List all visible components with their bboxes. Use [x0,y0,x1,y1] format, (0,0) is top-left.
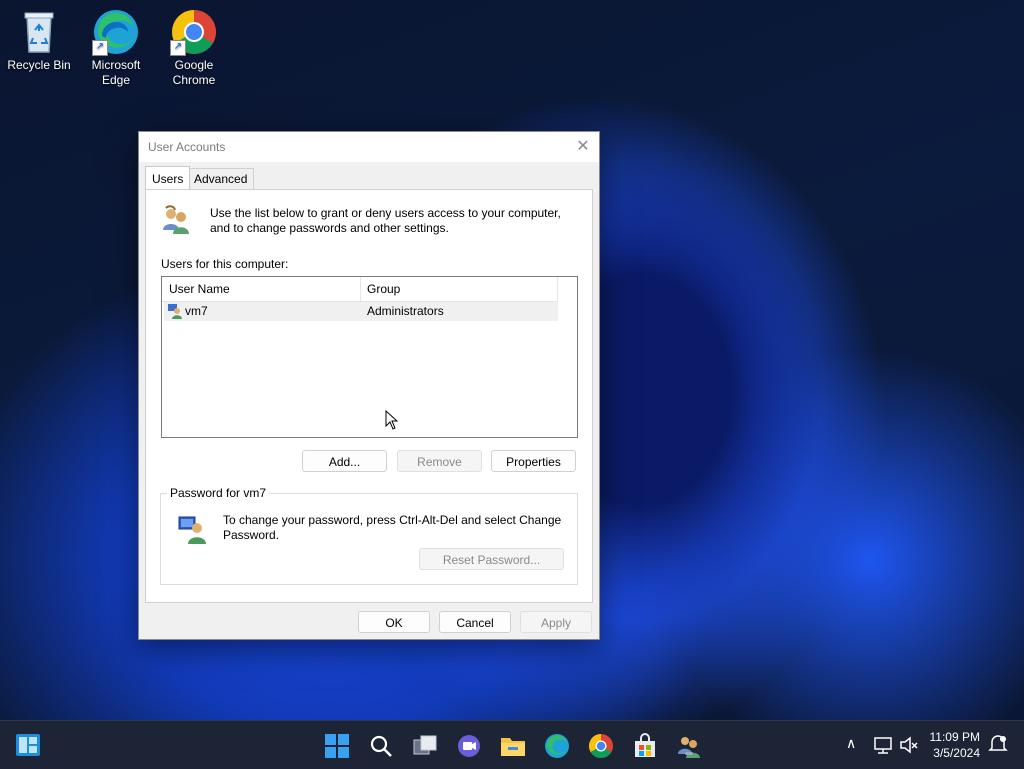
start-icon[interactable] [324,733,350,759]
chrome-taskbar-icon[interactable] [588,733,614,759]
users-list[interactable]: User Name Group vm7 Administrators [161,276,578,438]
row-user-name: vm7 [185,304,208,318]
shortcut-arrow-icon: ↗ [92,40,108,56]
password-group-label: Password for vm7 [167,486,270,500]
chevron-up-icon[interactable]: ∧ [846,735,856,752]
desktop-icon-label: Recycle Bin [7,58,71,72]
notifications-icon[interactable] [988,734,1008,754]
users-icon [160,204,192,236]
password-group: Password for vm7 To change your password… [160,486,578,585]
cancel-button[interactable]: Cancel [439,611,511,633]
user-accounts-taskbar-icon[interactable] [676,733,702,759]
properties-button[interactable]: Properties [491,450,576,472]
add-button[interactable]: Add... [302,450,387,472]
clock-time[interactable]: 11:09 PM [924,730,980,744]
desktop-icon-label: Google Chrome [172,58,216,87]
users-list-label: Users for this computer: [161,257,289,271]
edge-icon: ↗ [92,8,140,56]
chat-icon[interactable] [456,733,482,759]
column-header-group[interactable]: Group [367,282,400,296]
widgets-icon[interactable] [15,732,41,758]
dialog-titlebar[interactable]: User Accounts ✕ [139,132,599,162]
ok-button[interactable]: OK [358,611,430,633]
network-icon[interactable] [872,734,894,756]
active-app-indicator [685,752,693,755]
task-view-icon[interactable] [412,733,438,759]
search-icon[interactable] [368,733,394,759]
close-icon[interactable]: ✕ [573,137,593,157]
list-header: User Name Group [162,277,558,302]
file-explorer-icon[interactable] [500,733,526,759]
user-accounts-dialog: User Accounts ✕ Users Advanced Use the l… [138,131,600,640]
desktop-icon-chrome[interactable]: ↗ Google Chrome [156,8,232,88]
table-row[interactable]: vm7 Administrators [164,302,558,321]
shortcut-arrow-icon: ↗ [170,40,186,56]
reset-password-button[interactable]: Reset Password... [419,548,564,570]
desktop-icon-edge[interactable]: ↗ Microsoft Edge [78,8,154,88]
taskbar: ∧ 11:09 PM 3/5/2024 [0,720,1024,769]
chrome-icon: ↗ [170,8,218,56]
tab-users[interactable]: Users [145,166,191,189]
edge-taskbar-icon[interactable] [544,733,570,759]
tab-advanced[interactable]: Advanced [187,168,255,189]
remove-button[interactable]: Remove [397,450,482,472]
mouse-cursor-icon [385,409,399,430]
description-text: Use the list below to grant or deny user… [210,206,561,235]
recycle-bin-icon [15,8,63,56]
dialog-title: User Accounts [148,140,226,154]
column-header-user-name[interactable]: User Name [169,282,230,296]
tab-page-users: Use the list below to grant or deny user… [145,189,593,603]
user-icon [167,303,183,319]
clock-date[interactable]: 3/5/2024 [924,746,980,760]
store-icon[interactable] [632,733,658,759]
row-group: Administrators [367,304,444,318]
desktop-icon-recycle-bin[interactable]: Recycle Bin [1,8,77,73]
desktop-icon-label: Microsoft Edge [91,58,141,87]
password-info-text: To change your password, press Ctrl-Alt-… [223,513,562,542]
user-password-icon [177,514,209,546]
volume-muted-icon[interactable] [898,734,920,756]
apply-button[interactable]: Apply [520,611,592,633]
